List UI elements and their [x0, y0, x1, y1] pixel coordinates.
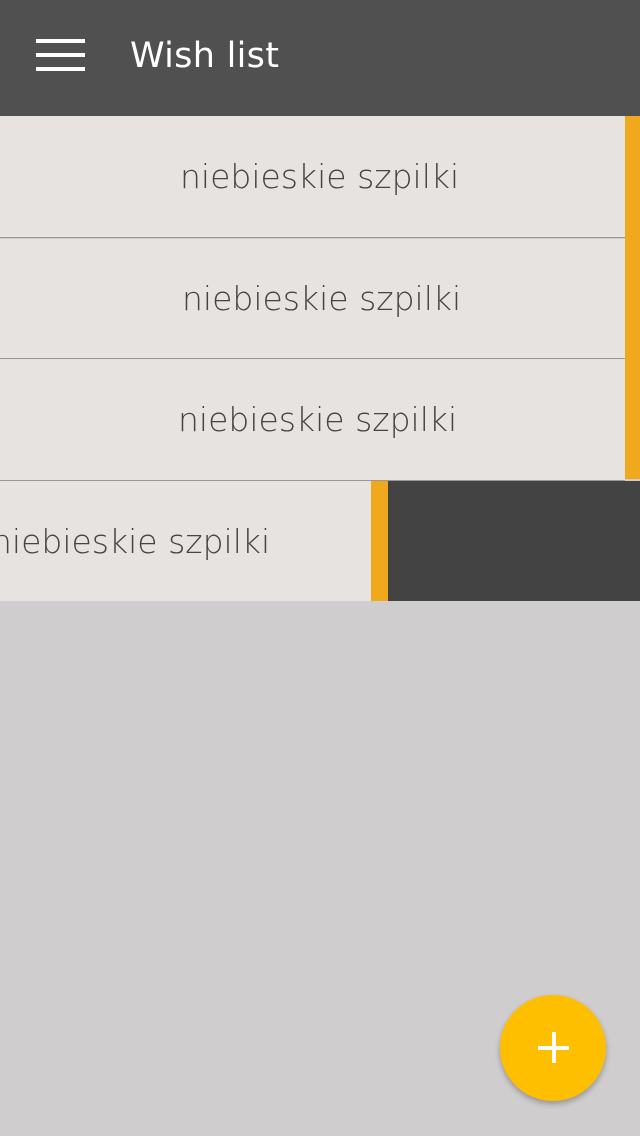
list-item[interactable]: niebieskie szpilki — [0, 359, 625, 481]
list-item-label: niebieskie szpilki — [180, 157, 460, 196]
list-item-label: niebieskie szpilki — [182, 279, 462, 318]
app-toolbar: Wish list — [0, 0, 640, 116]
list-item-label: niebieskie szpilki — [178, 400, 458, 439]
menu-bar-line — [36, 39, 85, 43]
list-item[interactable]: niebieskie szpilki — [0, 116, 625, 238]
add-item-button[interactable] — [500, 995, 606, 1101]
list-accent-strip — [625, 116, 640, 479]
menu-bar-line — [36, 53, 85, 57]
app-screen: Wish list niebieskie szpilki niebieskie … — [0, 0, 640, 1136]
hamburger-menu-icon[interactable] — [26, 28, 94, 84]
list-item[interactable]: niebieskie szpilki — [0, 481, 371, 601]
swipe-action-background[interactable] — [388, 481, 640, 601]
swiped-list-item-row: niebieskie szpilki — [0, 481, 640, 601]
plus-icon — [552, 1032, 556, 1063]
list-item-label: niebieskie szpilki — [0, 521, 271, 561]
page-title: Wish list — [130, 36, 280, 76]
menu-bar-line — [36, 67, 85, 71]
swipe-accent-handle[interactable] — [371, 481, 388, 601]
list-item[interactable]: niebieskie szpilki — [0, 239, 625, 359]
